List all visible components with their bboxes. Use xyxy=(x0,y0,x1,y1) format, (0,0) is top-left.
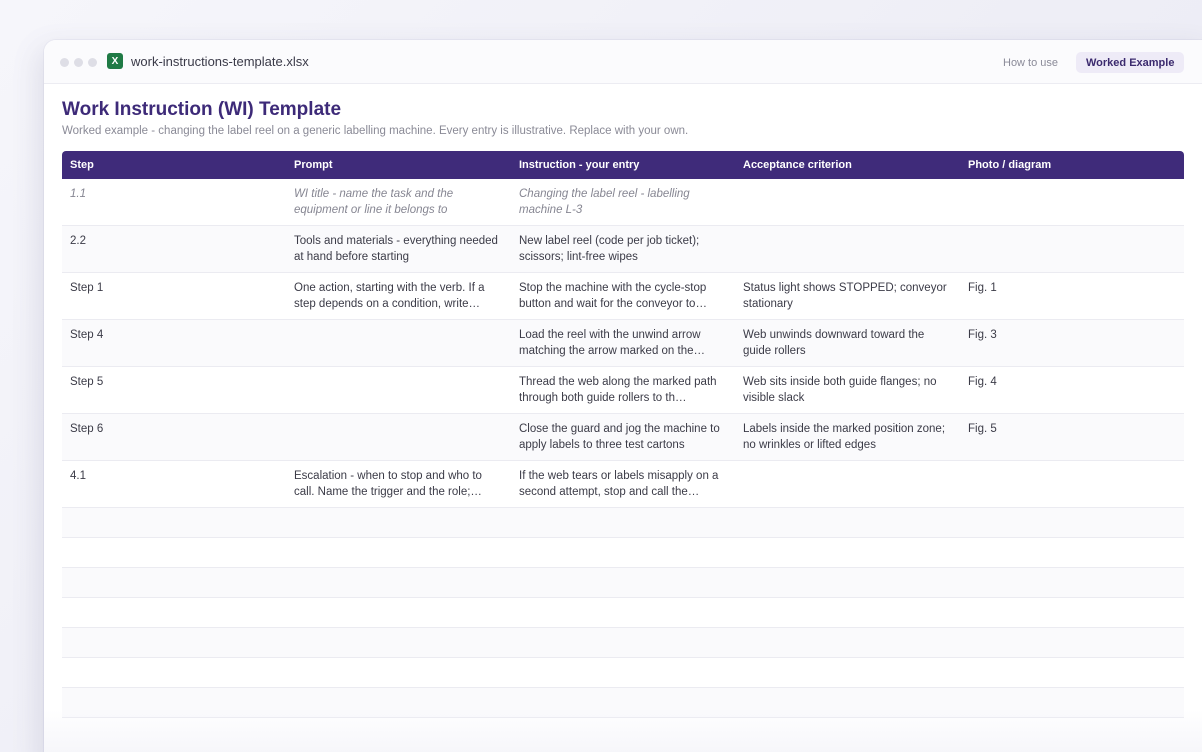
empty-table-row[interactable] xyxy=(62,688,1184,718)
empty-table-row[interactable] xyxy=(62,538,1184,568)
cell-prompt-text: One action, starting with the verb. If a… xyxy=(294,282,485,310)
cell-step[interactable]: Step 4 xyxy=(62,320,286,366)
column-header-step[interactable]: Step xyxy=(62,151,286,179)
table-row: 1.1 WI title - name the task and the equ… xyxy=(62,179,1184,226)
cell-acceptance[interactable]: Web unwinds downward toward the guide ro… xyxy=(735,320,960,366)
cell-instruction[interactable]: Thread the web along the marked path thr… xyxy=(511,367,735,413)
cell-instruction-text: Stop the machine with the cycle-stop but… xyxy=(519,282,707,310)
cell-step[interactable]: Step 6 xyxy=(62,414,286,460)
cell-prompt[interactable]: Escalation - when to stop and who to cal… xyxy=(286,461,511,507)
cell-acceptance-text: Web sits inside both guide flanges; no v… xyxy=(743,376,937,404)
cell-step[interactable]: 2.2 xyxy=(62,226,286,272)
cell-photo[interactable]: Fig. 3 xyxy=(960,320,1184,366)
page-subtitle: Worked example - changing the label reel… xyxy=(62,125,689,137)
cell-step[interactable]: 1.1 xyxy=(62,179,286,225)
cell-acceptance-text: Labels inside the marked position zone; … xyxy=(743,423,946,451)
table-row: Step 5 Thread the web along the marked p… xyxy=(62,367,1184,414)
cell-prompt-text: WI title - name the task and the equipme… xyxy=(294,188,454,216)
cell-photo[interactable]: Fig. 4 xyxy=(960,367,1184,413)
empty-table-row[interactable] xyxy=(62,508,1184,538)
table-header-row: Step Prompt Instruction - your entry Acc… xyxy=(62,151,1184,179)
cell-instruction-text: If the web tears or labels misapply on a… xyxy=(519,470,719,498)
cell-instruction[interactable]: Changing the label reel - labelling mach… xyxy=(511,179,735,225)
cell-photo[interactable]: Fig. 1 xyxy=(960,273,1184,319)
cell-instruction[interactable]: Close the guard and jog the machine to a… xyxy=(511,414,735,460)
cell-instruction-text: Load the reel with the unwind arrow matc… xyxy=(519,329,706,357)
table-row: Step 1 One action, starting with the ver… xyxy=(62,273,1184,320)
table-row: 4.1 Escalation - when to stop and who to… xyxy=(62,461,1184,508)
cell-prompt[interactable]: WI title - name the task and the equipme… xyxy=(286,179,511,225)
empty-table-row[interactable] xyxy=(62,628,1184,658)
cell-acceptance-text: Status light shows STOPPED; conveyor sta… xyxy=(743,282,947,310)
column-header-prompt[interactable]: Prompt xyxy=(286,151,511,179)
cell-acceptance[interactable]: Web sits inside both guide flanges; no v… xyxy=(735,367,960,413)
cell-instruction[interactable]: Stop the machine with the cycle-stop but… xyxy=(511,273,735,319)
cell-prompt[interactable]: One action, starting with the verb. If a… xyxy=(286,273,511,319)
cell-step[interactable]: Step 1 xyxy=(62,273,286,319)
tab-worked-example[interactable]: Worked Example xyxy=(1076,52,1185,73)
cell-step[interactable]: Step 5 xyxy=(62,367,286,413)
empty-table-row[interactable] xyxy=(62,598,1184,628)
page-title: Work Instruction (WI) Template xyxy=(62,99,342,120)
cell-step[interactable]: 4.1 xyxy=(62,461,286,507)
file-name: work-instructions-template.xlsx xyxy=(131,54,309,69)
cell-prompt-text: Escalation - when to stop and who to cal… xyxy=(294,470,482,498)
cell-photo[interactable]: Fig. 5 xyxy=(960,414,1184,460)
excel-file-icon: X xyxy=(107,53,123,69)
cell-photo[interactable] xyxy=(960,179,1184,225)
cell-acceptance-text: Web unwinds downward toward the guide ro… xyxy=(743,329,925,357)
table-row: Step 4 Load the reel with the unwind arr… xyxy=(62,320,1184,367)
cell-acceptance[interactable] xyxy=(735,179,960,225)
cell-prompt[interactable] xyxy=(286,367,511,413)
window-maximize-dot[interactable] xyxy=(88,58,97,67)
title-bar: X work-instructions-template.xlsx How to… xyxy=(44,40,1202,84)
cell-prompt[interactable]: Tools and materials - everything needed … xyxy=(286,226,511,272)
cell-prompt[interactable] xyxy=(286,414,511,460)
column-header-instruction[interactable]: Instruction - your entry xyxy=(511,151,735,179)
cell-instruction-text: Changing the label reel - labelling mach… xyxy=(519,188,690,216)
empty-table-row[interactable] xyxy=(62,658,1184,688)
cell-instruction-text: Close the guard and jog the machine to a… xyxy=(519,423,720,451)
cell-instruction[interactable]: If the web tears or labels misapply on a… xyxy=(511,461,735,507)
cell-instruction-text: Thread the web along the marked path thr… xyxy=(519,376,717,404)
table-row: 2.2 Tools and materials - everything nee… xyxy=(62,226,1184,273)
window-close-dot[interactable] xyxy=(60,58,69,67)
cell-instruction[interactable]: Load the reel with the unwind arrow matc… xyxy=(511,320,735,366)
cell-instruction-text: New label reel (code per job ticket); sc… xyxy=(519,235,700,263)
cell-acceptance[interactable] xyxy=(735,461,960,507)
cell-photo[interactable] xyxy=(960,226,1184,272)
cell-prompt-text: Tools and materials - everything needed … xyxy=(294,235,498,263)
tab-how-to-use[interactable]: How to use xyxy=(996,52,1065,73)
work-instruction-table: Step Prompt Instruction - your entry Acc… xyxy=(62,151,1184,718)
cell-acceptance[interactable]: Labels inside the marked position zone; … xyxy=(735,414,960,460)
empty-table-row[interactable] xyxy=(62,568,1184,598)
cell-instruction[interactable]: New label reel (code per job ticket); sc… xyxy=(511,226,735,272)
column-header-photo[interactable]: Photo / diagram xyxy=(960,151,1184,179)
column-header-acceptance[interactable]: Acceptance criterion xyxy=(735,151,960,179)
window-minimize-dot[interactable] xyxy=(74,58,83,67)
spreadsheet-window: X work-instructions-template.xlsx How to… xyxy=(44,40,1202,752)
cell-photo[interactable] xyxy=(960,461,1184,507)
cell-acceptance[interactable] xyxy=(735,226,960,272)
cell-acceptance[interactable]: Status light shows STOPPED; conveyor sta… xyxy=(735,273,960,319)
table-row: Step 6 Close the guard and jog the machi… xyxy=(62,414,1184,461)
cell-prompt[interactable] xyxy=(286,320,511,366)
